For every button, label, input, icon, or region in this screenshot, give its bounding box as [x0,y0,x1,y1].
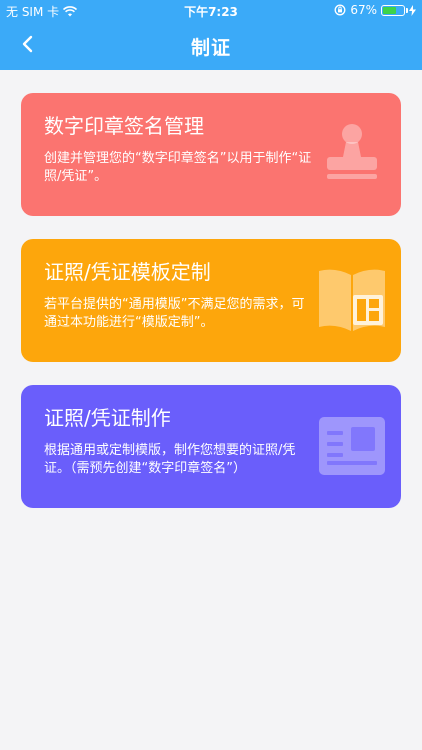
battery-percent: 67% [350,3,377,17]
battery-fill [383,6,396,14]
orientation-lock-icon [334,4,346,16]
card-title: 数字印章签名管理 [44,114,204,138]
card-title: 证照/凭证制作 [44,406,171,430]
card-description: 根据通用或定制模版，制作您想要的证照/凭证。（需预先创建“数字印章签名”） [44,443,296,476]
card-description: 若平台提供的“通用模版”不满足您的需求，可通过本功能进行“模版定制”。 [44,297,305,330]
card-description: 创建并管理您的“数字印章签名”以用于制作“证照/凭证”。 [44,151,312,184]
certificate-production-card[interactable]: 证照/凭证制作 根据通用或定制模版，制作您想要的证照/凭证。（需预先创建“数字印… [21,385,401,508]
page-title: 制证 [190,37,231,59]
card-title: 证照/凭证模板定制 [44,260,211,284]
status-right: 67% [334,3,416,17]
battery-icon [381,4,408,16]
template-customize-card[interactable]: 证照/凭证模板定制 若平台提供的“通用模版”不满足您的需求，可通过本功能进行“模… [21,239,401,362]
charging-bolt-icon [409,4,416,16]
stamp-icon [327,124,377,179]
nav-header: 无 SIM 卡 下午7:23 67% 制证 [0,0,422,70]
id-card-icon [319,417,385,475]
status-bar: 无 SIM 卡 下午7:23 67% [0,0,422,22]
template-book-icon [319,269,385,331]
stamp-management-card[interactable]: 数字印章签名管理 创建并管理您的“数字印章签名”以用于制作“证照/凭证”。 [21,93,401,216]
